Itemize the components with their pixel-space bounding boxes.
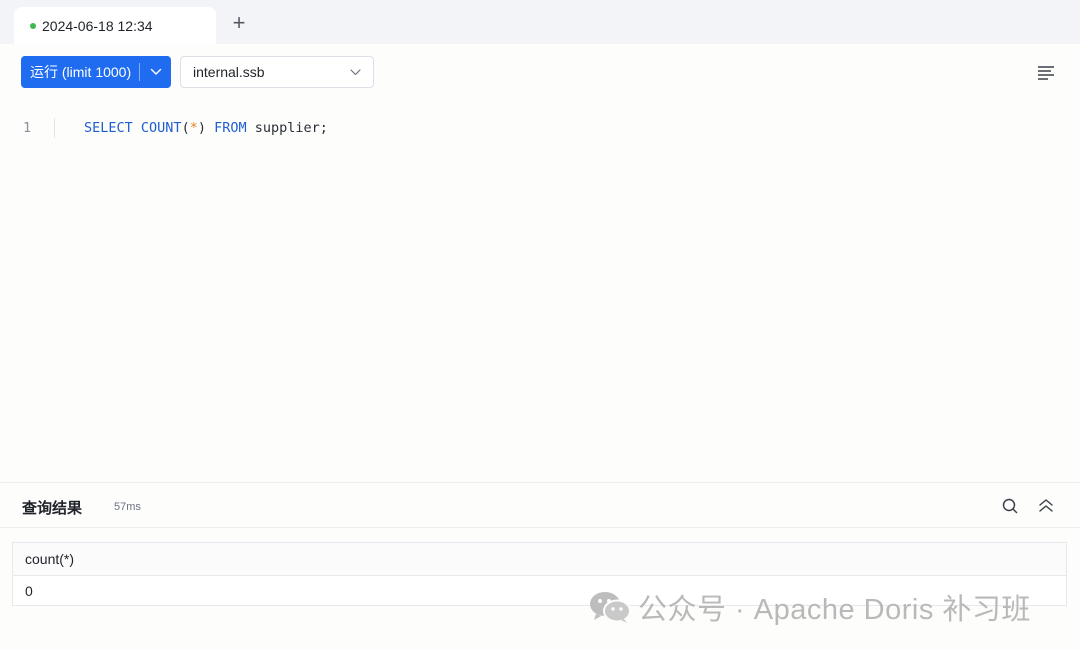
star-token: * xyxy=(189,120,198,136)
tab-label: 2024-06-18 12:34 xyxy=(42,17,153,34)
line-number: 1 xyxy=(23,120,32,136)
keyword-from: FROM xyxy=(214,120,247,136)
tab-query[interactable]: 2024-06-18 12:34 xyxy=(14,7,216,44)
result-elapsed-time: 57ms xyxy=(114,501,141,513)
wechat-icon xyxy=(590,592,631,623)
watermark: 公众号 · Apache Doris 补习班 xyxy=(588,588,1031,626)
column-header: count(*) xyxy=(25,551,75,567)
run-options-dropdown[interactable] xyxy=(140,68,171,76)
chevron-down-icon xyxy=(150,68,161,75)
run-button[interactable]: 运行 (limit 1000) xyxy=(21,56,171,88)
function-count: COUNT xyxy=(140,120,182,136)
editor-gutter-divider xyxy=(54,118,55,138)
database-select-value: internal.ssb xyxy=(193,64,265,80)
result-title: 查询结果 xyxy=(22,500,83,517)
sql-editor[interactable]: 1 SELECT COUNT(*) FROM supplier; xyxy=(0,108,1080,480)
code-text: SELECT COUNT(*) FROM supplier; xyxy=(84,120,328,136)
table-identifier: supplier; xyxy=(254,120,328,136)
table-cell: 0 xyxy=(25,583,33,599)
double-chevron-up-icon[interactable] xyxy=(1036,496,1056,516)
search-icon[interactable] xyxy=(1001,497,1019,515)
database-select[interactable]: internal.ssb xyxy=(180,56,374,88)
result-panel-header: 查询结果 57ms xyxy=(0,482,1080,528)
toolbar: 运行 (limit 1000) internal.ssb xyxy=(0,44,1080,102)
close-paren: ) xyxy=(197,120,206,136)
tab-bar: 2024-06-18 12:34 + xyxy=(0,0,1080,44)
status-dot-icon xyxy=(30,22,36,29)
plus-icon: + xyxy=(232,10,246,35)
run-button-label: 运行 (limit 1000) xyxy=(30,64,132,80)
watermark-text: 公众号 · Apache Doris 补习班 xyxy=(638,594,1031,626)
menu-lines-icon[interactable] xyxy=(1036,64,1056,82)
add-tab-button[interactable]: + xyxy=(228,10,250,35)
open-paren: ( xyxy=(181,120,190,136)
code-line: 1 SELECT COUNT(*) FROM supplier; xyxy=(0,118,1080,138)
table-header-row: count(*) xyxy=(13,543,1066,576)
chevron-down-icon xyxy=(350,68,361,75)
keyword-select: SELECT xyxy=(84,120,133,136)
